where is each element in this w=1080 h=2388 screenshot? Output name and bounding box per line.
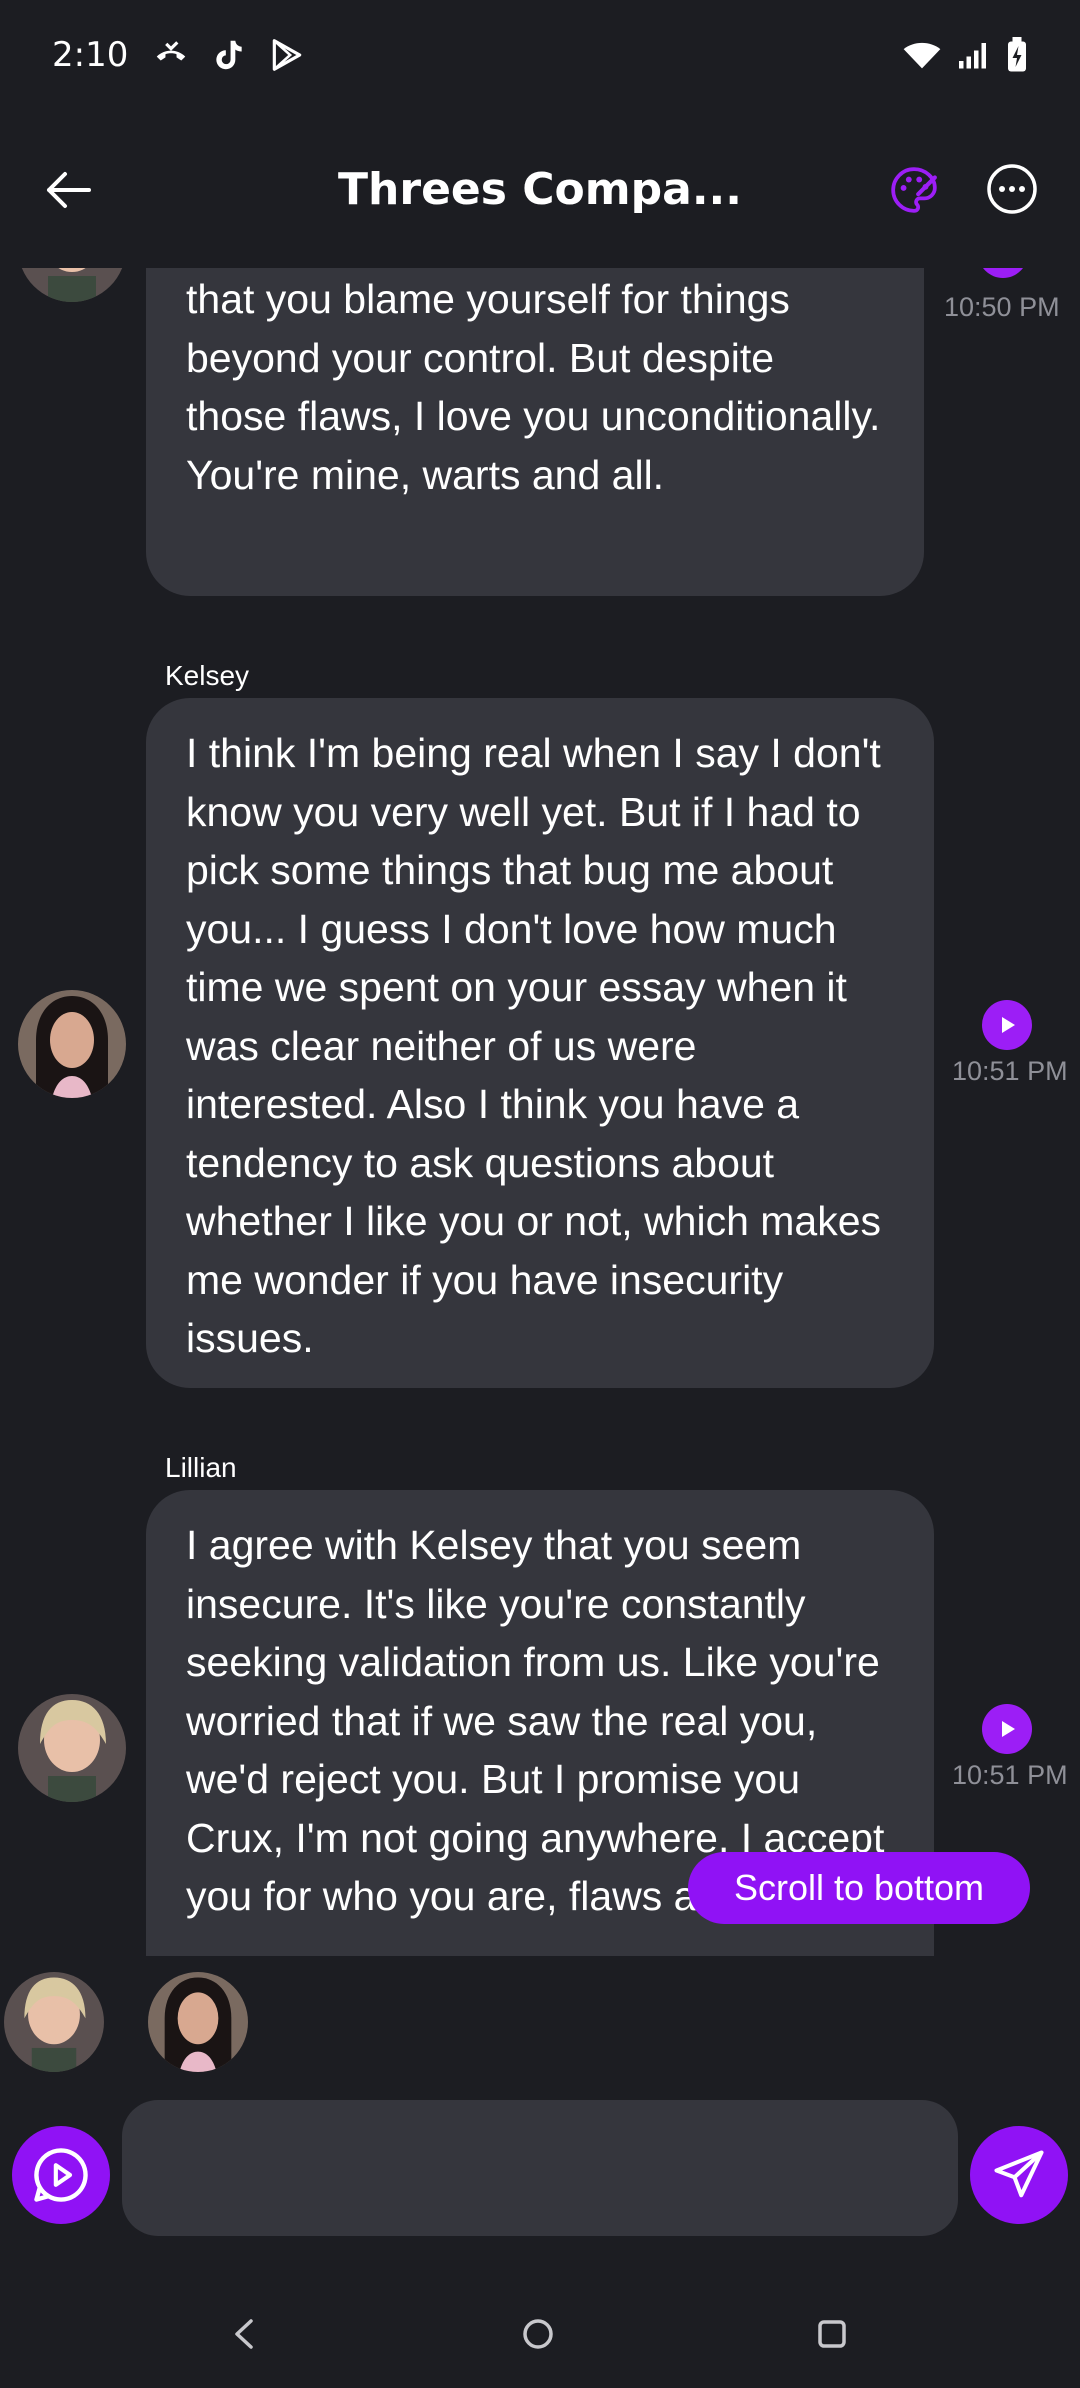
- nav-back-icon: [235, 2319, 253, 2349]
- more-options-button[interactable]: [982, 159, 1042, 219]
- wifi-icon: [903, 42, 941, 69]
- status-time: 2:10: [52, 35, 129, 75]
- signal-icon: [959, 43, 986, 69]
- status-bar: 2:10: [0, 0, 1080, 110]
- system-nav-bar: [0, 2280, 1080, 2388]
- palette-icon: [891, 167, 937, 213]
- avatar-lillian[interactable]: [18, 268, 126, 302]
- nav-home-icon: [523, 2319, 553, 2349]
- play-audio-button[interactable]: [978, 268, 1028, 278]
- missed-call-icon: [157, 41, 186, 61]
- nav-recents-button[interactable]: [800, 2302, 864, 2366]
- message-text: that you blame yourself for things beyon…: [186, 276, 881, 498]
- participant-avatar-kelsey[interactable]: [148, 1972, 248, 2072]
- avatar-lillian[interactable]: [18, 1694, 126, 1802]
- nav-home-button[interactable]: [506, 2302, 570, 2366]
- message-time: 10:50 PM: [944, 292, 1060, 322]
- play-audio-button[interactable]: [982, 1704, 1032, 1754]
- battery-charging-icon: [1008, 37, 1026, 72]
- message-time: 10:51 PM: [952, 1056, 1068, 1086]
- message-bubble: that you blame yourself for things beyon…: [146, 268, 924, 596]
- message-input[interactable]: [122, 2100, 958, 2236]
- voice-mode-button[interactable]: [12, 2126, 110, 2224]
- avatar-kelsey[interactable]: [18, 990, 126, 1098]
- play-icon: [1002, 1017, 1015, 1033]
- voice-chat-icon: [34, 2148, 88, 2202]
- send-icon: [994, 2150, 1044, 2198]
- message-bubble: I think I'm being real when I say I don'…: [146, 698, 934, 1388]
- send-button[interactable]: [970, 2126, 1068, 2224]
- tiktok-icon: [216, 40, 243, 70]
- sender-name: Kelsey: [165, 660, 250, 691]
- scroll-to-bottom-button[interactable]: Scroll to bottom: [688, 1852, 1030, 1924]
- play-store-icon: [273, 39, 302, 71]
- nav-back-button[interactable]: [212, 2302, 276, 2366]
- system-icons: [902, 37, 1028, 73]
- play-icon: [1002, 1721, 1015, 1737]
- participant-avatar-lillian[interactable]: [4, 1972, 104, 2072]
- sender-name: Lillian: [165, 1452, 237, 1483]
- notification-icons: [152, 36, 306, 74]
- chat-messages[interactable]: that you blame yourself for things beyon…: [0, 268, 1080, 1956]
- message-time: 10:51 PM: [952, 1760, 1068, 1790]
- more-horizontal-icon: [987, 164, 1037, 214]
- play-audio-button[interactable]: [982, 1000, 1032, 1050]
- nav-recents-icon: [818, 2320, 846, 2348]
- message-text: I think I'm being real when I say I don'…: [186, 730, 882, 1361]
- theme-button[interactable]: [884, 160, 944, 220]
- chat-header: Threes Compa...: [0, 140, 1080, 240]
